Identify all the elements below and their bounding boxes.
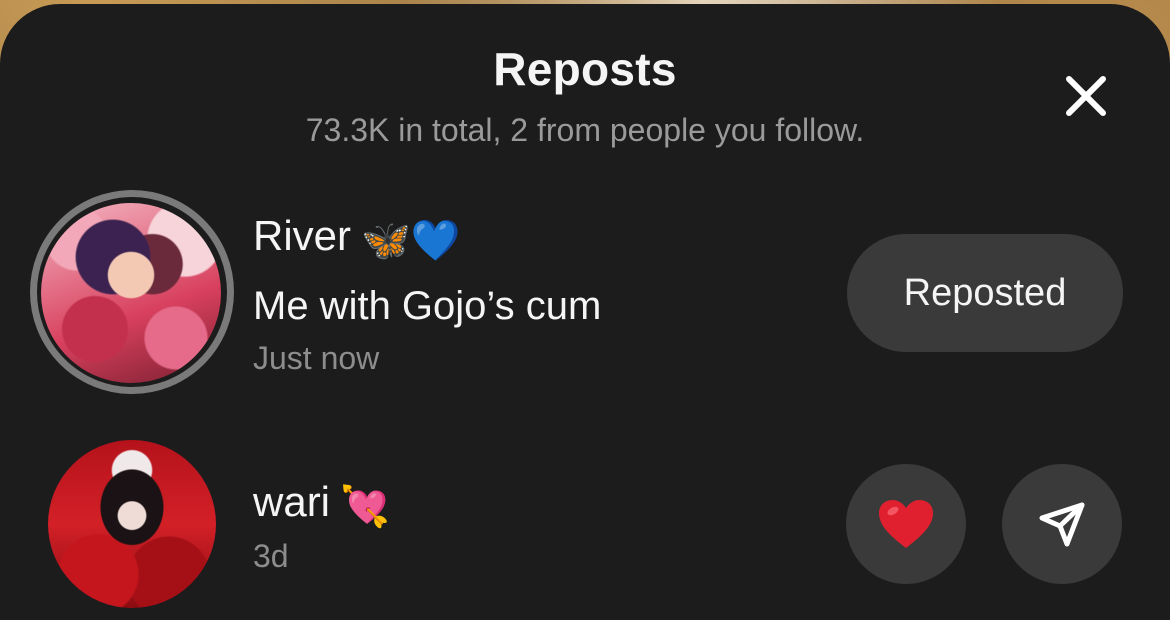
username[interactable]: wari (253, 478, 330, 525)
repost-time: 3d (253, 538, 289, 574)
close-icon (1066, 76, 1106, 116)
repost-row[interactable]: River 🦋💙 Me with Gojo’s cum Just now Repo… (0, 186, 1170, 396)
reposted-button[interactable]: Reposted (847, 234, 1123, 352)
heart-icon (879, 500, 933, 548)
repost-user-line: River 🦋💙 (253, 212, 461, 264)
repost-time: Just now (253, 340, 380, 376)
close-button[interactable] (1058, 68, 1114, 124)
avatar[interactable] (41, 203, 221, 383)
sheet-title: Reposts (493, 43, 677, 95)
avatar[interactable] (48, 440, 216, 608)
like-button[interactable] (846, 464, 966, 584)
name-emoji: 🦋💙 (361, 219, 461, 263)
name-emoji: 💘 (340, 485, 390, 529)
sheet-subtitle: 73.3K in total, 2 from people you follow… (305, 112, 865, 148)
reposts-sheet: Reposts 73.3K in total, 2 from people yo… (0, 4, 1170, 620)
send-button[interactable] (1002, 464, 1122, 584)
username[interactable]: River (253, 212, 351, 259)
repost-user-line: wari 💘 (253, 478, 390, 530)
repost-caption: Me with Gojo’s cum (253, 284, 602, 328)
send-icon (1039, 502, 1085, 547)
repost-row[interactable]: wari 💘 3d (0, 434, 1170, 614)
